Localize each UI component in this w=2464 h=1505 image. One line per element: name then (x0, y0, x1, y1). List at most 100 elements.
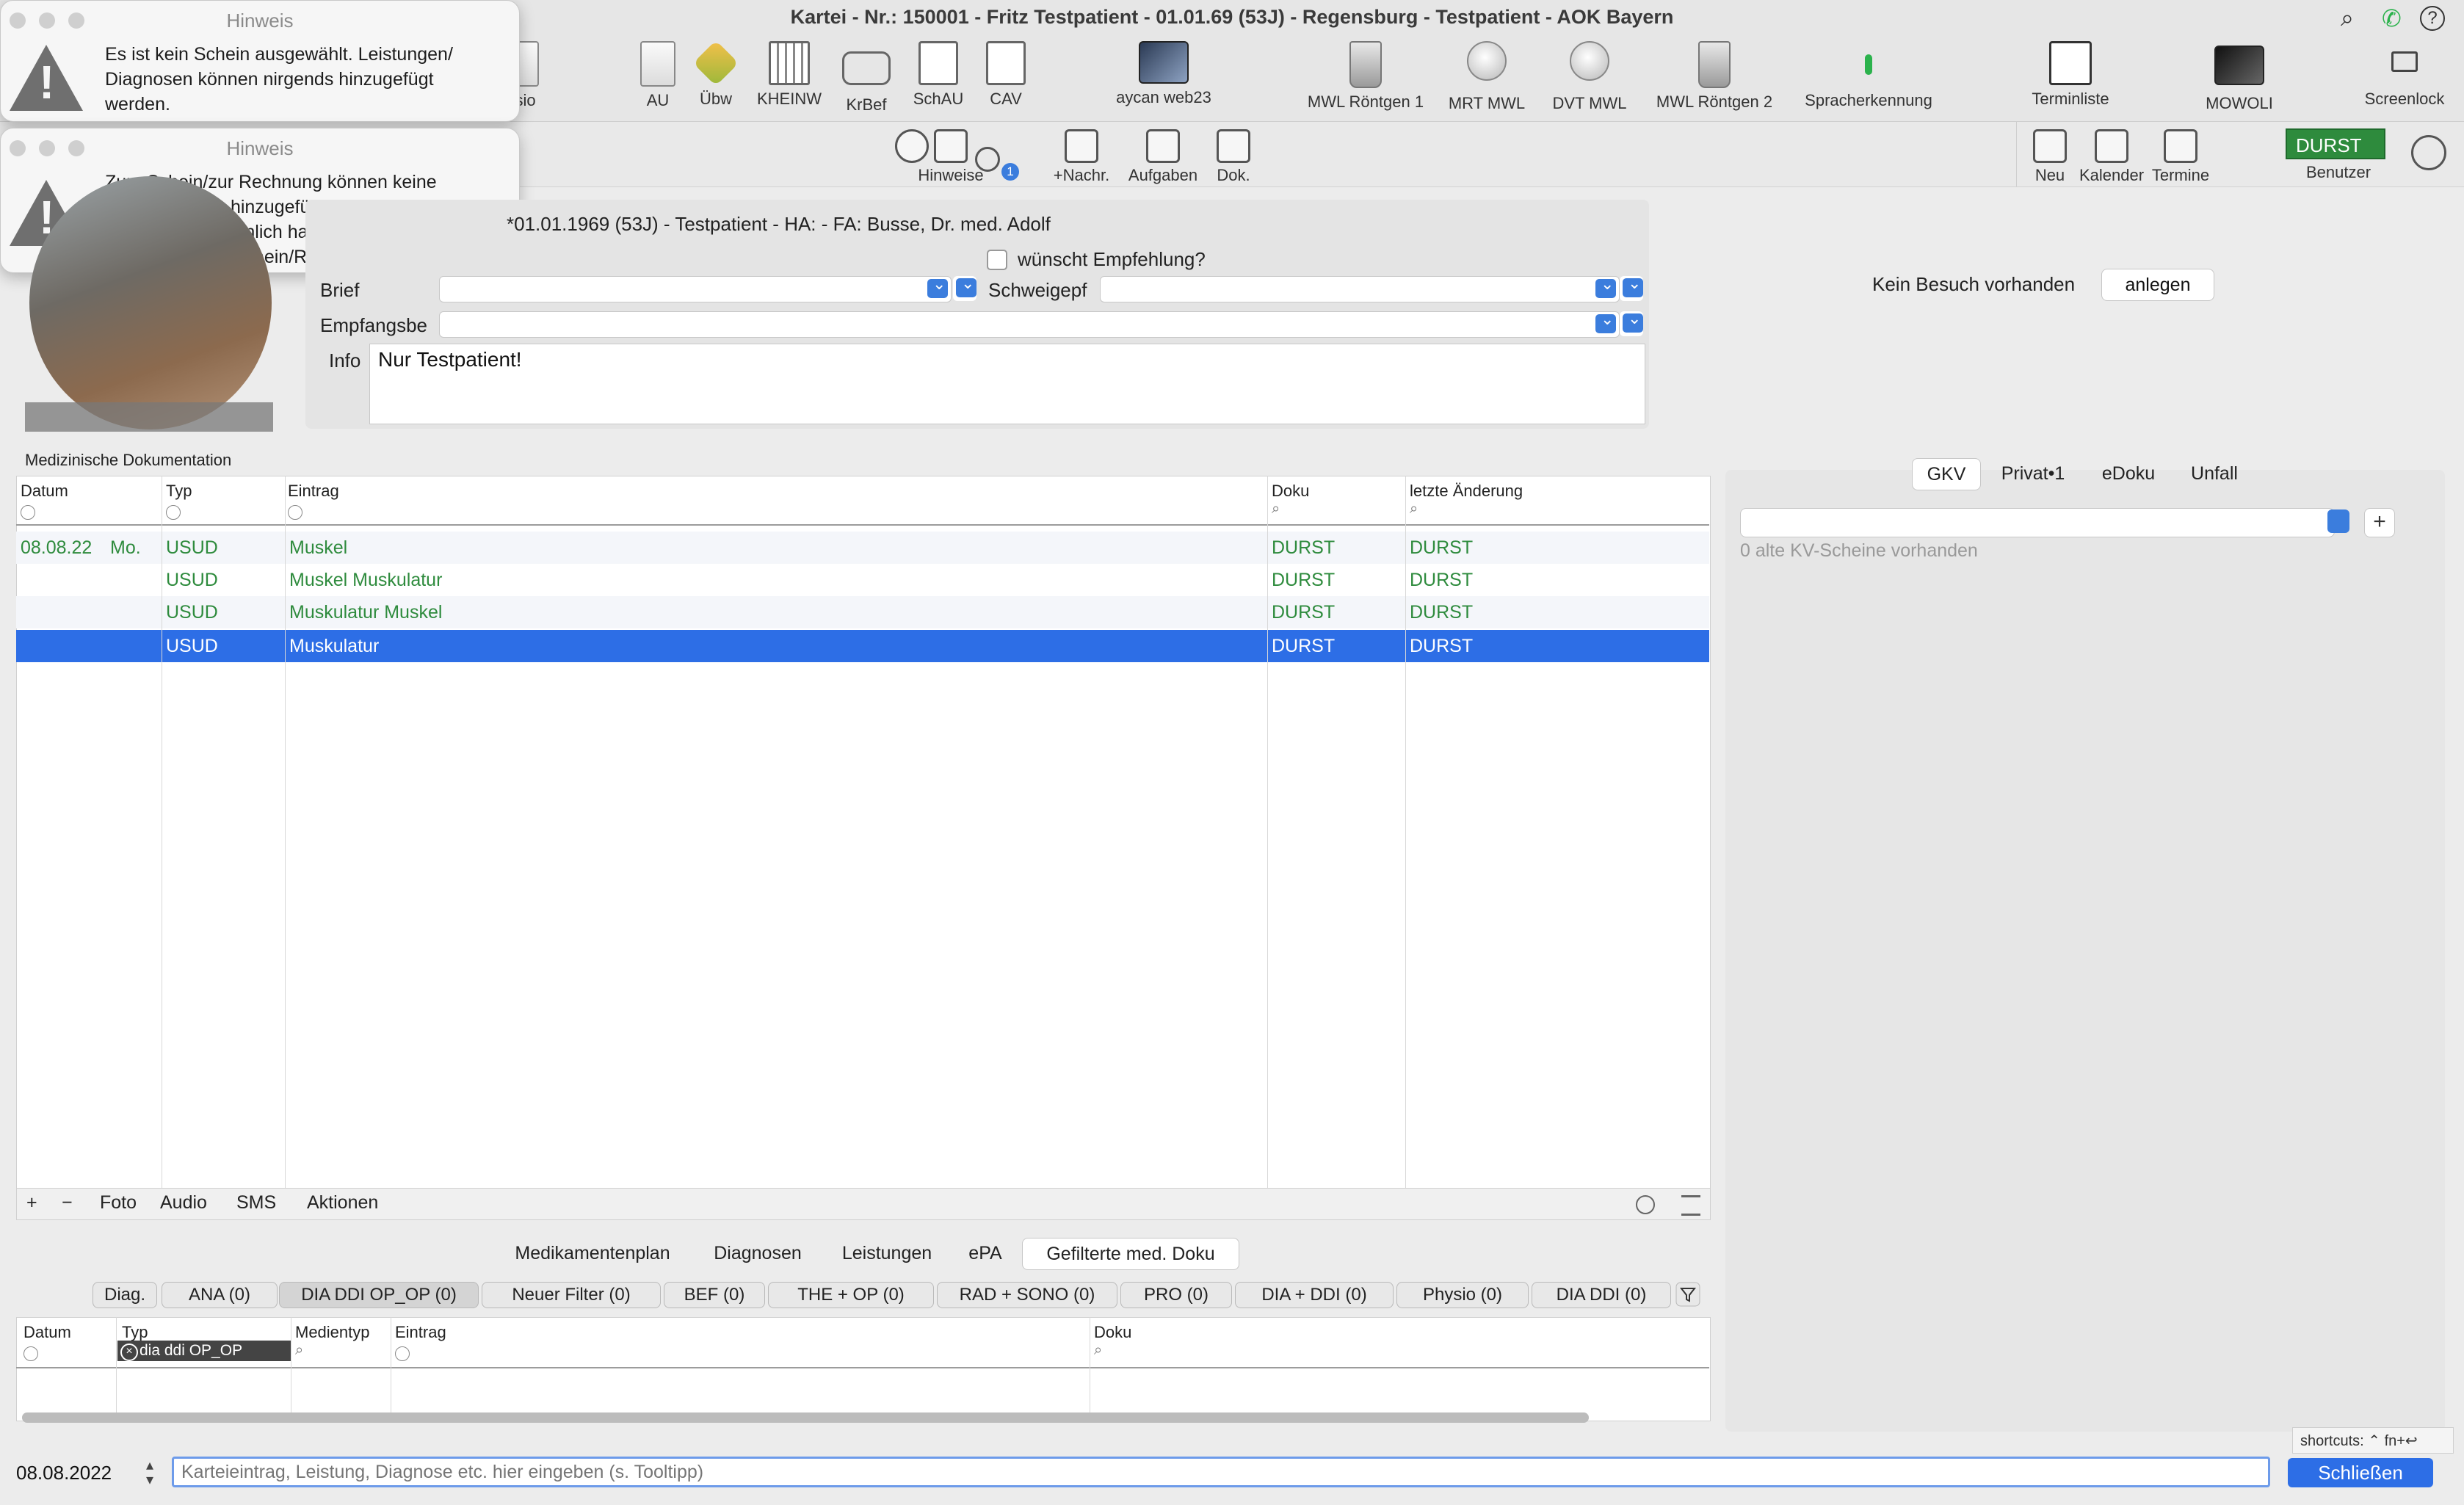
typ-filter-chip[interactable]: dia ddi OP_OP (117, 1341, 291, 1361)
aktionen-button[interactable]: Aktionen (307, 1192, 378, 1214)
filter-dia-ddi[interactable]: DIA + DDI (0) (1235, 1282, 1394, 1308)
sms-button[interactable]: SMS (236, 1192, 276, 1214)
remove-entry-button[interactable]: − (62, 1192, 73, 1214)
tab-diagnosen[interactable]: Diagnosen (692, 1238, 824, 1269)
table-row-selected[interactable]: USUD Muskulatur DURST DURST (16, 630, 1709, 662)
magnifier-icon[interactable]: ⌕ (1410, 501, 1418, 518)
tab-gkv[interactable]: GKV (1912, 458, 1981, 490)
schweigepflicht-expand[interactable] (1620, 274, 1643, 301)
col-datum[interactable]: Datum (23, 1323, 71, 1342)
schweigepflicht-label: Schweigepf (988, 279, 1087, 301)
filter-ana[interactable]: ANA (0) (162, 1282, 278, 1308)
schweigepflicht-select[interactable] (1100, 275, 1620, 302)
toolbar-button-termine[interactable]: Termine (2144, 129, 2217, 185)
schliessen-button[interactable]: Schließen (2288, 1458, 2433, 1487)
list-icon[interactable] (1681, 1195, 1700, 1216)
entry-date-field[interactable]: 08.08.2022 (16, 1458, 134, 1487)
foto-button[interactable]: Foto (100, 1192, 137, 1214)
filter-radio-icon[interactable] (166, 505, 181, 520)
chevron-updown-icon[interactable] (2327, 509, 2349, 533)
user-badge[interactable]: DURST (2286, 128, 2385, 159)
add-entry-button[interactable]: + (26, 1192, 37, 1214)
filter-radio-icon[interactable] (21, 505, 35, 520)
toolbar-button-aufgaben[interactable]: Aufgaben (1122, 129, 1204, 185)
info-textarea[interactable] (369, 344, 1645, 424)
toolbar-button-spracherkennung[interactable]: Spracherkennung (1791, 41, 1946, 110)
toolbar-button-screenlock[interactable]: Screenlock (2349, 41, 2460, 109)
brief-select[interactable] (439, 275, 952, 302)
filter-radio-icon[interactable] (288, 505, 302, 520)
filter-radio-icon[interactable] (395, 1346, 410, 1361)
toolbar-button-aycan[interactable]: aycan web23 (1101, 41, 1226, 107)
filter-dia-ddi-op-op[interactable]: DIA DDI OP_OP (0) (279, 1282, 479, 1308)
funnel-icon[interactable] (1675, 1282, 1700, 1307)
toolbar-button-neu[interactable]: Neu (2021, 129, 2079, 185)
toolbar-button-terminliste[interactable]: Terminliste (2012, 41, 2129, 109)
col-doku[interactable]: Doku (1272, 482, 1309, 501)
tab-edoku[interactable]: eDoku (2085, 458, 2172, 489)
toolbar-button-mwl-roentgen-2[interactable]: MWL Röntgen 2 (1645, 41, 1784, 112)
col-eintrag[interactable]: Eintrag (288, 482, 339, 501)
col-letzte-aenderung[interactable]: letzte Änderung (1410, 482, 1523, 501)
col-datum[interactable]: Datum (21, 482, 68, 501)
filter-physio[interactable]: Physio (0) (1396, 1282, 1529, 1308)
tab-gefilterte-med-doku[interactable]: Gefilterte med. Doku (1022, 1238, 1239, 1270)
clear-filter-icon[interactable]: × (120, 1343, 138, 1361)
more-icon[interactable] (1636, 1195, 1655, 1214)
magnifier-icon[interactable]: ⌕ (295, 1342, 303, 1359)
audio-button[interactable]: Audio (160, 1192, 207, 1214)
help-icon[interactable]: ? (2420, 6, 2445, 31)
toolbar-button-au[interactable]: AU (628, 41, 687, 110)
col-typ[interactable]: Typ (122, 1323, 148, 1342)
toolbar-button-krbef[interactable]: KrBef (833, 41, 899, 115)
tab-medikamentenplan[interactable]: Medikamentenplan (496, 1238, 689, 1269)
toolbar-button-uebw[interactable]: Übw (686, 40, 745, 109)
toolbar-button-dvt-mwl[interactable]: DVT MWL (1542, 41, 1637, 113)
filter-rad-sono[interactable]: RAD + SONO (0) (937, 1282, 1117, 1308)
tab-unfall[interactable]: Unfall (2173, 458, 2255, 489)
magnifier-icon[interactable]: ⌕ (1094, 1342, 1102, 1359)
search-icon[interactable]: ⌕ (2341, 4, 2354, 32)
date-stepper[interactable]: ▴ ▾ (141, 1458, 159, 1487)
col-medientyp[interactable]: Medientyp (295, 1323, 370, 1342)
col-eintrag[interactable]: Eintrag (395, 1323, 446, 1342)
entry-input[interactable] (172, 1457, 2270, 1487)
globe-icon[interactable] (2411, 135, 2446, 170)
filter-bef[interactable]: BEF (0) (664, 1282, 765, 1308)
empfang-expand[interactable] (1620, 309, 1643, 336)
recommend-checkbox[interactable] (987, 250, 1007, 270)
toolbar-button-mowoli[interactable]: MOWOLI (2181, 41, 2298, 113)
filter-the-op[interactable]: THE + OP (0) (768, 1282, 934, 1308)
toolbar-button-dok[interactable]: Dok. (1204, 129, 1263, 185)
tab-epa[interactable]: ePA (950, 1238, 1021, 1269)
add-schein-button[interactable]: + (2364, 508, 2395, 537)
kv-schein-select[interactable] (1740, 508, 2335, 537)
patient-photo[interactable] (29, 176, 272, 429)
filter-radio-icon[interactable] (23, 1346, 38, 1361)
filter-dia-ddi-2[interactable]: DIA DDI (0) (1532, 1282, 1671, 1308)
filter-pro[interactable]: PRO (0) (1120, 1282, 1232, 1308)
table-row[interactable]: 08.08.22 Mo. USUD Muskel DURST DURST (16, 532, 1709, 564)
toolbar-button-cav[interactable]: CAV (976, 41, 1035, 109)
filter-neuer-filter[interactable]: Neuer Filter (0) (482, 1282, 661, 1308)
table-row[interactable]: USUD Muskulatur Muskel DURST DURST (16, 596, 1709, 628)
toolbar-button-mwl-roentgen-1[interactable]: MWL Röntgen 1 (1300, 41, 1432, 112)
toolbar-button-kheinw[interactable]: KHEINW (749, 41, 830, 109)
horizontal-scrollbar[interactable] (22, 1412, 1589, 1423)
tab-leistungen[interactable]: Leistungen (827, 1238, 947, 1269)
toolbar-button-mrt-mwl[interactable]: MRT MWL (1439, 41, 1534, 113)
toolbar-button-kalender[interactable]: Kalender (2075, 129, 2148, 185)
reminder-button[interactable]: 1 (975, 147, 1019, 181)
table-row[interactable]: USUD Muskel Muskulatur DURST DURST (16, 564, 1709, 596)
anlegen-button[interactable]: anlegen (2101, 269, 2214, 301)
empfang-select[interactable] (439, 310, 1620, 338)
phone-icon[interactable]: ✆ (2382, 4, 2402, 32)
filter-diag[interactable]: Diag. (93, 1282, 157, 1308)
toolbar-button-schau[interactable]: SchAU (903, 41, 974, 109)
magnifier-icon[interactable]: ⌕ (1272, 501, 1280, 518)
col-typ[interactable]: Typ (166, 482, 192, 501)
tab-privat[interactable]: Privat•1 (1982, 458, 2084, 489)
col-doku[interactable]: Doku (1094, 1323, 1131, 1342)
brief-expand[interactable] (953, 274, 976, 301)
toolbar-button-nachricht[interactable]: +Nachr. (1041, 129, 1122, 185)
